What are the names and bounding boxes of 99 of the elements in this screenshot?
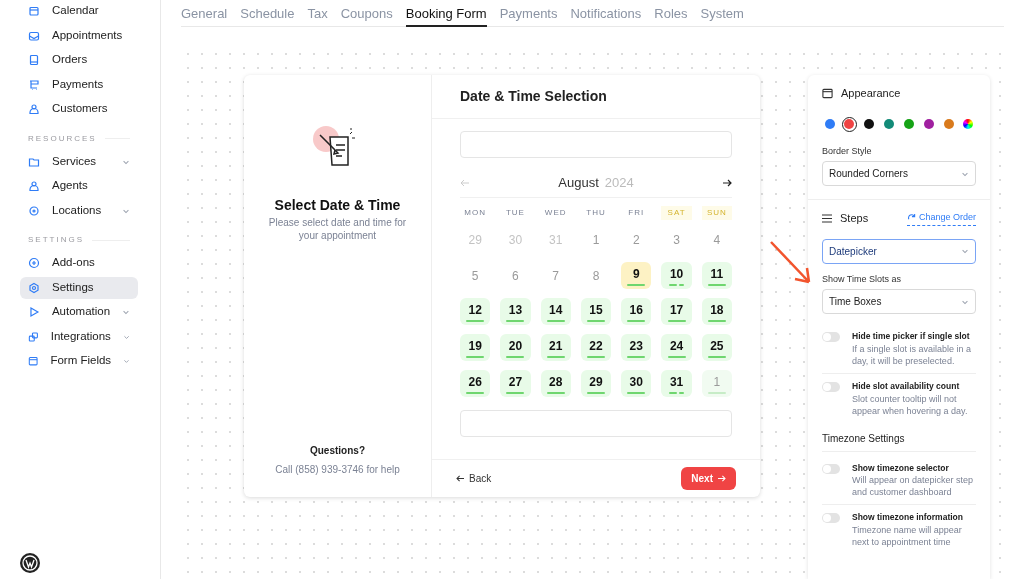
day-cell[interactable]: 20 xyxy=(500,334,531,361)
sidebar-item[interactable]: Add-ons xyxy=(20,252,138,274)
user-icon xyxy=(28,103,40,115)
day-cell[interactable]: 11 xyxy=(701,262,732,289)
section-heading: Timezone Settings xyxy=(822,430,976,452)
day-cell[interactable]: 18 xyxy=(701,298,732,325)
weekday-label: WED xyxy=(543,207,568,219)
tab[interactable]: Booking Form xyxy=(405,0,487,27)
day-cell[interactable]: 27 xyxy=(500,370,531,397)
select-field[interactable]: Time Boxes xyxy=(822,289,976,314)
day-cell[interactable]: 25 xyxy=(701,334,732,361)
day-cell[interactable]: 31 xyxy=(661,370,692,397)
toggle-description: Will appear on datepicker step and customer dashboard xyxy=(852,474,975,499)
section-heading: RESOURCES xyxy=(28,132,97,145)
chevron-down-icon xyxy=(961,247,969,255)
toggle-switch[interactable] xyxy=(822,463,840,474)
sidebar-item[interactable]: Form Fields xyxy=(20,350,138,372)
day-cell[interactable]: 10 xyxy=(661,262,692,289)
day-cell[interactable]: 15 xyxy=(580,298,612,325)
calendar-icon xyxy=(28,5,40,17)
day-cell[interactable]: 13 xyxy=(500,298,531,325)
plus-circle-icon xyxy=(28,257,40,269)
select-field[interactable]: Rounded Corners xyxy=(822,161,976,186)
logo-icon[interactable] xyxy=(20,553,40,573)
section-heading: SETTINGS xyxy=(28,234,84,246)
sidebar-item[interactable]: Calendar xyxy=(20,0,138,22)
weekday-label: TUE xyxy=(504,207,526,219)
step-title: Select Date & Time xyxy=(274,196,401,215)
field-label: Show Time Slots as xyxy=(822,272,903,286)
questions-heading: Questions? xyxy=(310,444,365,458)
day-cell[interactable]: 16 xyxy=(621,298,652,325)
step-description: Please select date and time for your appointment xyxy=(267,216,408,242)
weekday-label: MON xyxy=(463,207,487,219)
toggle-switch[interactable] xyxy=(822,513,840,524)
chevron-down-icon xyxy=(123,357,130,365)
weekday-label: THU xyxy=(585,207,607,219)
help-text: Call (858) 939-3746 for help xyxy=(275,463,400,477)
play-icon xyxy=(28,306,40,318)
day-cell[interactable]: 12 xyxy=(460,298,491,325)
day-cell[interactable]: 24 xyxy=(661,334,692,361)
day-cell[interactable]: 19 xyxy=(460,334,491,361)
location-icon xyxy=(28,204,40,217)
settings-icon xyxy=(28,281,40,294)
year-label: 2024 xyxy=(604,173,634,192)
weekday-label: FRI xyxy=(627,207,646,219)
day-cell[interactable]: 26 xyxy=(460,370,491,397)
copy-icon xyxy=(28,330,39,343)
toggle-description: If a single slot is available in a day, it will be preselected. xyxy=(852,342,973,367)
sidebar-item[interactable]: Automation xyxy=(20,301,138,323)
sidebar-item[interactable]: Customers xyxy=(20,98,138,120)
arrow-left-icon xyxy=(456,475,465,482)
day-cell[interactable]: 28 xyxy=(540,370,571,397)
user-icon xyxy=(28,180,40,192)
change-order-link[interactable]: Change Order xyxy=(906,211,976,226)
sidebar-item[interactable]: Services xyxy=(20,150,138,173)
back-button[interactable]: Back xyxy=(456,471,492,486)
cart-icon xyxy=(28,78,40,91)
window-icon xyxy=(28,355,39,367)
toggle-title: Show timezone selector xyxy=(852,461,950,475)
window-icon xyxy=(822,87,833,99)
sidebar-item[interactable]: Locations xyxy=(20,199,138,222)
sidebar-item[interactable]: Agents xyxy=(20,175,138,197)
pointer-arrow-drawing xyxy=(769,240,813,286)
folder-icon xyxy=(28,155,40,168)
day-cell[interactable]: 14 xyxy=(540,298,571,325)
toggle-description: Slot counter tooltip will not appear when hovering a day. xyxy=(852,392,969,417)
toggle-switch[interactable] xyxy=(822,332,840,342)
weekday-label: SAT xyxy=(661,206,692,220)
day-cell[interactable]: 21 xyxy=(540,334,571,361)
toggle-title: Show timezone information xyxy=(852,511,964,524)
toggle-title: Hide slot availability count xyxy=(852,379,961,393)
day-cell[interactable]: 17 xyxy=(661,298,692,325)
day-cell[interactable]: 30 xyxy=(621,370,652,397)
arrow-right-icon[interactable] xyxy=(722,178,732,187)
chevron-down-icon xyxy=(122,308,130,316)
panel-heading: Appearance xyxy=(841,86,901,101)
toggle-switch[interactable] xyxy=(822,381,840,392)
inbox-icon xyxy=(28,29,40,42)
sidebar-item[interactable]: Settings xyxy=(20,276,138,299)
day-cell[interactable]: 9 xyxy=(621,262,652,289)
select-field[interactable]: Datepicker xyxy=(822,238,976,264)
day-cell[interactable]: 23 xyxy=(621,334,652,361)
step-heading: Date & Time Selection xyxy=(432,75,760,119)
sidebar-item[interactable]: Integrations xyxy=(20,325,138,348)
day-cell[interactable]: 22 xyxy=(580,334,612,361)
next-button[interactable]: Next xyxy=(681,467,736,490)
weekday-label: SUN xyxy=(701,206,732,220)
receipt-icon xyxy=(28,54,40,66)
arrow-right-icon xyxy=(717,475,726,482)
sidebar-item[interactable]: Orders xyxy=(20,49,138,71)
menu-icon xyxy=(822,213,832,223)
sidebar-item[interactable]: Appointments xyxy=(20,24,138,47)
day-cell[interactable]: 29 xyxy=(580,370,612,397)
sidebar-item[interactable]: Payments xyxy=(20,73,138,96)
panel-heading: Steps xyxy=(840,211,869,226)
month-label: August xyxy=(558,173,599,192)
field-label: Border Style xyxy=(822,144,873,158)
toggle-description: Timezone name will appear next to appointment time xyxy=(852,524,963,548)
toggle-title: Hide time picker if single slot xyxy=(852,330,971,343)
